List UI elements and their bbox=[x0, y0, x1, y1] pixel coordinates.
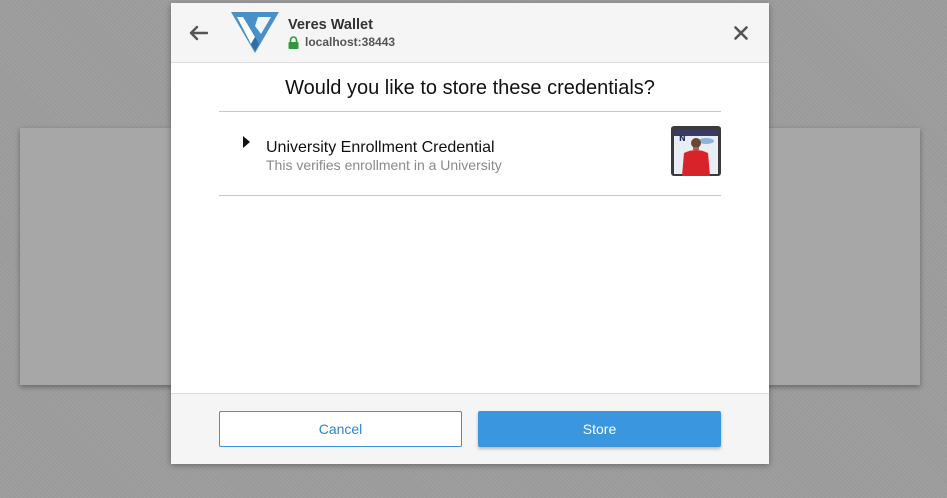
caret-right-icon[interactable] bbox=[243, 136, 250, 148]
back-button[interactable] bbox=[185, 20, 211, 46]
store-button[interactable]: Store bbox=[478, 411, 721, 447]
app-title: Veres Wallet bbox=[288, 17, 373, 33]
dialog-question: Would you like to store these credential… bbox=[285, 77, 655, 99]
store-credentials-dialog: Veres Wallet localhost:38443 Would you l… bbox=[171, 3, 769, 464]
credential-holder-photo: N bbox=[671, 126, 721, 176]
close-button[interactable] bbox=[729, 21, 753, 45]
divider-bottom bbox=[219, 195, 721, 196]
credential-item[interactable]: University Enrollment Credential This ve… bbox=[219, 112, 721, 196]
svg-text:N: N bbox=[679, 134, 686, 143]
cancel-button[interactable]: Cancel bbox=[219, 411, 462, 447]
origin-info: localhost:38443 bbox=[288, 35, 395, 49]
dialog-header: Veres Wallet localhost:38443 bbox=[171, 3, 769, 63]
veres-logo bbox=[231, 12, 279, 53]
arrow-left-icon bbox=[189, 25, 208, 41]
dialog-footer: Cancel Store bbox=[171, 393, 769, 464]
lock-icon bbox=[288, 35, 299, 49]
origin-host: localhost:38443 bbox=[305, 35, 396, 49]
credential-description: This verifies enrollment in a University bbox=[266, 157, 502, 173]
close-icon bbox=[734, 26, 748, 40]
credential-title: University Enrollment Credential bbox=[266, 139, 495, 156]
